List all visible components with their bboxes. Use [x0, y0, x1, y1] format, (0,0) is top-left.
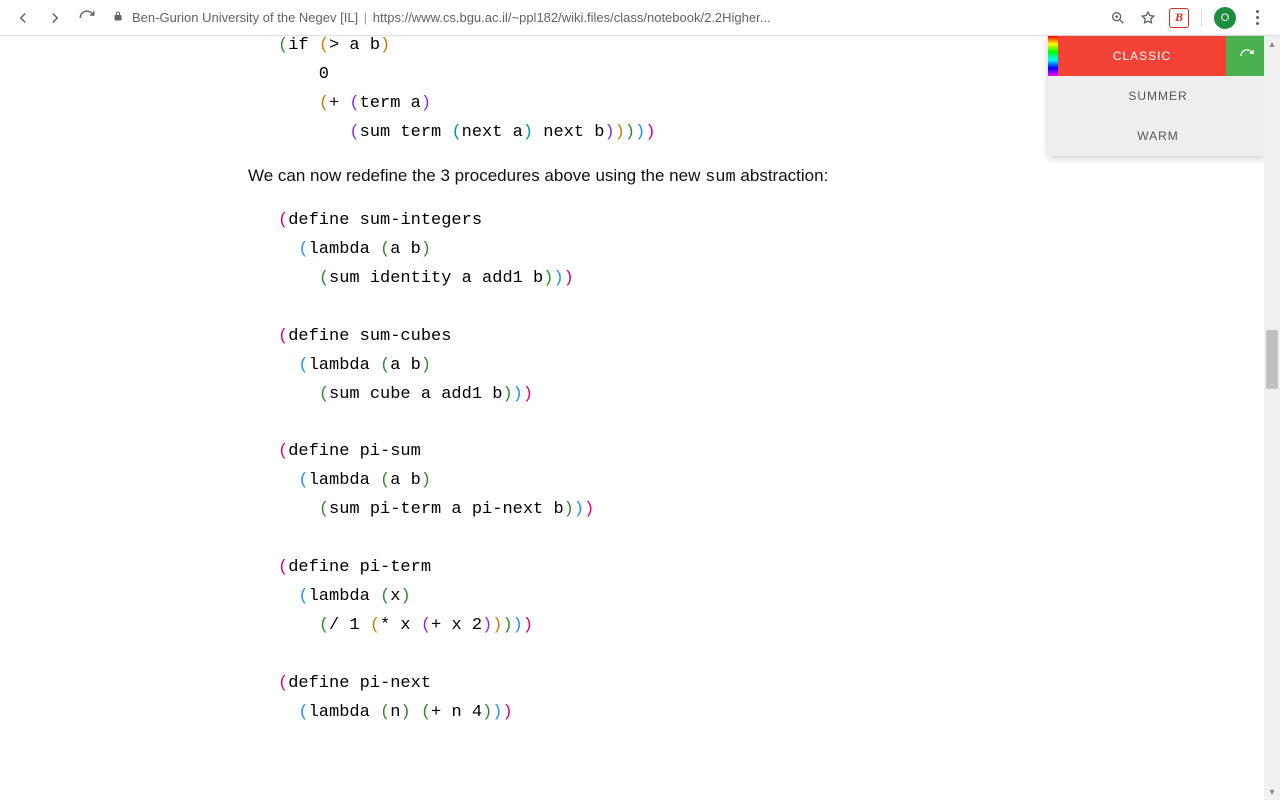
theme-refresh-button[interactable]: [1226, 36, 1268, 76]
star-icon[interactable]: [1139, 9, 1157, 27]
rainbow-strip-icon: [1048, 36, 1058, 76]
address-text: Ben-Gurion University of the Negev [IL] …: [132, 10, 771, 25]
zoom-icon[interactable]: [1109, 9, 1127, 27]
scroll-down-button[interactable]: ▾: [1264, 784, 1280, 800]
reload-button[interactable]: [78, 9, 96, 27]
theme-panel: CLASSIC SUMMER WARM: [1048, 36, 1268, 156]
forward-button[interactable]: [46, 9, 64, 27]
code-block-definitions: (define sum-integers (lambda (a b) (sum …: [278, 207, 1148, 727]
scroll-thumb[interactable]: [1266, 330, 1278, 389]
browser-toolbar: Ben-Gurion University of the Negev [IL] …: [0, 0, 1280, 36]
theme-option-summer[interactable]: SUMMER: [1048, 76, 1268, 116]
separator: [1201, 9, 1202, 27]
scroll-up-button[interactable]: ▴: [1264, 36, 1280, 52]
vertical-scrollbar[interactable]: ▴ ▾: [1264, 36, 1280, 800]
theme-option-warm[interactable]: WARM: [1048, 116, 1268, 156]
code-block-sum-def-tail: (if (> a b) 0 (+ (term a) (sum term (nex…: [278, 36, 1148, 148]
theme-option-classic[interactable]: CLASSIC: [1058, 36, 1226, 76]
menu-button[interactable]: [1248, 9, 1266, 27]
address-bar[interactable]: Ben-Gurion University of the Negev [IL] …: [104, 8, 1101, 27]
lock-icon: [112, 10, 124, 25]
profile-avatar[interactable]: O: [1214, 7, 1236, 29]
back-button[interactable]: [14, 9, 32, 27]
paragraph-redefine: We can now redefine the 3 procedures abo…: [248, 164, 1148, 190]
extension-b-icon[interactable]: B: [1169, 8, 1189, 28]
